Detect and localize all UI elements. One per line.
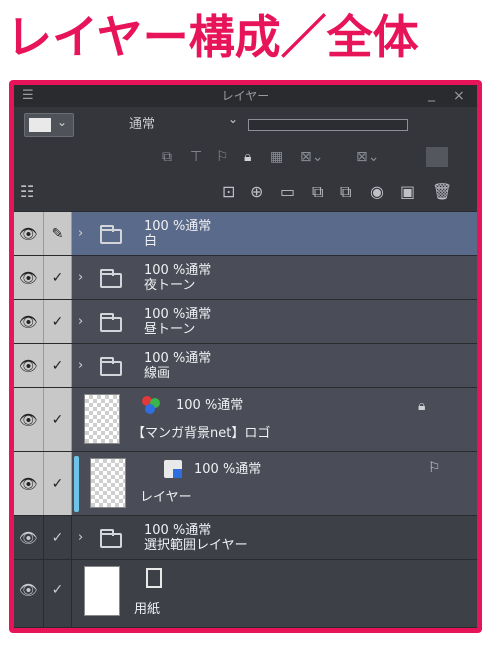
check-icon[interactable]: ✓ — [44, 344, 72, 387]
image-material-icon — [140, 396, 162, 416]
layer-opacity-mode: 100 %通常 — [144, 351, 212, 366]
ruler-icon[interactable]: ⊤ — [190, 149, 202, 165]
check-icon[interactable]: ✓ — [44, 516, 72, 559]
layer-name: 昼トーン — [144, 322, 196, 337]
paper-icon — [146, 568, 162, 588]
layer-list: 👁︎ ✎ › 100 %通常 白 👁︎ ✓ › 100 %通常 夜トーン 👁︎ … — [14, 212, 477, 628]
expand-arrow-icon[interactable]: › — [78, 530, 83, 545]
eye-icon[interactable]: 👁︎ — [14, 560, 44, 627]
check-icon[interactable]: ✓ — [44, 300, 72, 343]
layer-row[interactable]: 👁︎ ✓ › 100 %通常 選択範囲レイヤー — [14, 516, 477, 560]
layer-thumbnail — [84, 566, 120, 616]
reference-icon[interactable]: ⚐ — [216, 149, 229, 165]
layer-panel-frame: ☰ レイヤー _ × ⌄ 通常 ⌄ ⧉ ⊤ ⚐ 🔒︎ ▦ ⊠⌄ ⊠⌄ ☷ ⊡ ⊕… — [9, 80, 482, 633]
raster-layer-icon — [164, 460, 182, 478]
layer-row[interactable]: 👁︎ ✓ › 100 %通常 昼トーン — [14, 300, 477, 344]
new-folder-icon[interactable]: ▭ — [280, 182, 295, 201]
eye-icon[interactable]: 👁︎ — [14, 300, 44, 343]
selected-indicator — [74, 456, 79, 512]
layer-color-dropdown[interactable]: ⌄ — [24, 113, 74, 137]
check-icon[interactable]: ✓ — [44, 388, 72, 451]
check-icon[interactable]: ✓ — [44, 256, 72, 299]
layer-opacity-mode: 100 %通常 — [144, 523, 212, 538]
lock-icon: 🔒︎ — [418, 398, 426, 414]
layer-name: 白 — [144, 234, 158, 249]
layer-opacity-mode: 100 %通常 — [176, 398, 244, 413]
chevron-down-icon[interactable]: ⌄ — [228, 112, 238, 126]
add-mask-icon[interactable]: ▣ — [400, 182, 415, 201]
clear-mask-icon[interactable]: ⊠⌄ — [356, 149, 379, 165]
expand-arrow-icon[interactable]: › — [78, 358, 83, 373]
close-button[interactable]: × — [453, 85, 465, 107]
eye-icon[interactable]: 👁︎ — [14, 516, 44, 559]
folder-icon — [100, 269, 122, 288]
layer-name: 夜トーン — [144, 278, 196, 293]
layer-action-toolbar: ☷ ⊡ ⊕ ▭ ⧉ ⧉ ◉ ▣ 🗑︎ — [14, 175, 477, 212]
lock-icon[interactable]: 🔒︎ — [244, 149, 251, 165]
panel-menu-icon[interactable]: ☷ — [20, 182, 34, 201]
layer-opacity-mode: 100 %通常 — [144, 219, 212, 234]
layer-name: 選択範囲レイヤー — [144, 538, 248, 553]
check-icon[interactable]: ✓ — [44, 452, 72, 515]
copy-layer-icon[interactable]: ⧉ — [312, 182, 323, 202]
folder-icon — [100, 529, 122, 548]
transparency-lock-icon[interactable]: ▦ — [270, 149, 283, 165]
opacity-slider[interactable] — [248, 119, 408, 131]
mask-icon[interactable]: ⊠⌄ — [300, 149, 323, 165]
reference-icon: ⚐ — [428, 460, 441, 476]
layer-opacity-mode: 100 %通常 — [194, 462, 262, 477]
layer-row[interactable]: 👁︎ ✓ › 100 %通常 夜トーン — [14, 256, 477, 300]
eye-icon[interactable]: 👁︎ — [14, 212, 44, 255]
eye-icon[interactable]: 👁︎ — [14, 388, 44, 451]
folder-icon — [100, 357, 122, 376]
layer-panel: ☰ レイヤー _ × ⌄ 通常 ⌄ ⧉ ⊤ ⚐ 🔒︎ ▦ ⊠⌄ ⊠⌄ ☷ ⊡ ⊕… — [14, 85, 477, 628]
mask-icon[interactable]: ◉ — [370, 182, 384, 201]
layer-name: 用紙 — [134, 602, 161, 617]
layer-name: 【マンガ背景net】ロゴ — [132, 426, 271, 441]
eye-icon[interactable]: 👁︎ — [14, 344, 44, 387]
layer-thumbnail — [84, 394, 120, 444]
panel-title: レイヤー — [221, 89, 270, 103]
eye-icon[interactable]: 👁︎ — [14, 452, 44, 515]
layer-row[interactable]: 👁︎ ✓ 100 %通常 【マンガ背景net】ロゴ 🔒︎ — [14, 388, 477, 452]
minimize-button[interactable]: _ — [428, 85, 435, 105]
layer-row[interactable]: 👁︎ ✓ 用紙 — [14, 560, 477, 628]
expand-arrow-icon[interactable]: › — [78, 314, 83, 329]
layer-opacity-mode: 100 %通常 — [144, 307, 212, 322]
expand-arrow-icon[interactable]: › — [78, 226, 83, 241]
clip-icon[interactable]: ⧉ — [162, 149, 172, 165]
panel-titlebar: ☰ レイヤー _ × — [14, 85, 477, 107]
layer-row[interactable]: 👁︎ ✎ › 100 %通常 白 — [14, 212, 477, 256]
layer-row[interactable]: 👁︎ ✓ 100 %通常 レイヤー ⚐ — [14, 452, 477, 516]
new-vector-layer-icon[interactable]: ⊕ — [250, 182, 263, 201]
layer-name: レイヤー — [140, 490, 192, 505]
fill-icon[interactable] — [426, 147, 448, 167]
layer-opacity-mode: 100 %通常 — [144, 263, 212, 278]
layer-name: 線画 — [144, 366, 171, 381]
layer-thumbnail — [90, 458, 126, 508]
layer-property-bar: ⌄ 通常 ⌄ — [14, 107, 477, 141]
page-heading: レイヤー構成／全体 — [6, 10, 419, 64]
merge-down-icon[interactable]: ⧉ — [340, 182, 351, 202]
pen-icon[interactable]: ✎ — [44, 212, 72, 255]
layer-row[interactable]: 👁︎ ✓ › 100 %通常 線画 — [14, 344, 477, 388]
check-icon[interactable]: ✓ — [44, 560, 72, 627]
trash-icon[interactable]: 🗑︎ — [432, 182, 452, 201]
eye-icon[interactable]: 👁︎ — [14, 256, 44, 299]
blend-mode-select[interactable]: 通常 — [129, 113, 155, 132]
expand-arrow-icon[interactable]: › — [78, 270, 83, 285]
folder-icon — [100, 313, 122, 332]
layer-color-swatch — [29, 118, 51, 132]
chevron-down-icon: ⌄ — [57, 115, 68, 129]
folder-icon — [100, 225, 122, 244]
new-raster-layer-icon[interactable]: ⊡ — [222, 182, 235, 201]
layer-lock-toolbar: ⧉ ⊤ ⚐ 🔒︎ ▦ ⊠⌄ ⊠⌄ — [14, 141, 477, 175]
